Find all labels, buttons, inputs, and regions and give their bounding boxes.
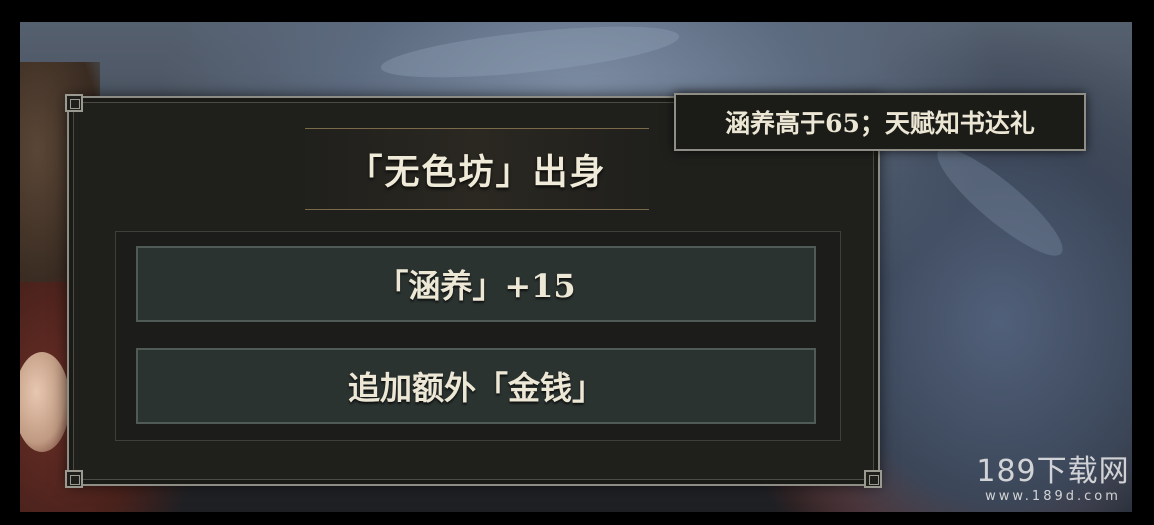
option-label: 追加额外「金钱」 (347, 369, 604, 407)
options-list: 「涵养」+15 追加额外「金钱」 (115, 231, 841, 441)
corner-ornament (65, 470, 83, 488)
robe-fold (925, 135, 1075, 269)
option-extra-money[interactable]: 追加额外「金钱」 (136, 348, 816, 424)
panel-title: 「无色坊」出身 (347, 151, 607, 193)
game-scene: 「无色坊」出身 「涵养」+15 追加额外「金钱」 涵养高于65；天赋知书达礼 1… (0, 0, 1154, 525)
origin-panel: 「无色坊」出身 「涵养」+15 追加额外「金钱」 (65, 94, 882, 488)
option-label: 「涵养」+15 (376, 267, 576, 305)
corner-ornament (65, 94, 83, 112)
watermark-main: 189下载网 (976, 454, 1130, 489)
watermark-url: www.189d.com (985, 489, 1121, 504)
requirement-tooltip: 涵养高于65；天赋知书达礼 (674, 93, 1086, 151)
site-watermark: 189下载网 www.189d.com (968, 455, 1138, 505)
robe-fold (378, 22, 682, 88)
panel-title-banner: 「无色坊」出身 (305, 128, 649, 210)
character-hand (20, 352, 70, 452)
corner-ornament (864, 470, 882, 488)
option-culture-bonus[interactable]: 「涵养」+15 (136, 246, 816, 322)
tooltip-text: 涵养高于65；天赋知书达礼 (725, 109, 1035, 138)
